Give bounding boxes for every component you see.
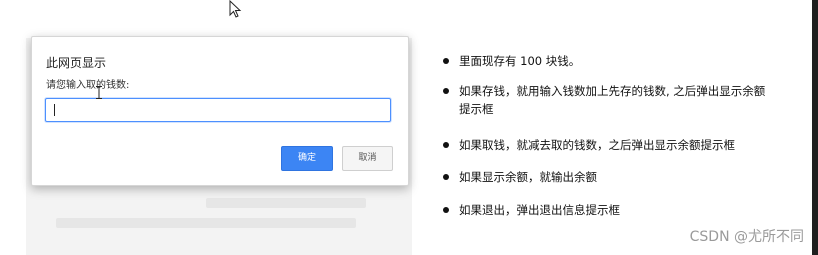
note-text: 里面现存有 100 块钱。 (459, 54, 581, 68)
note-text: 如果显示余额，就输出余额 (459, 170, 597, 184)
input-caret (54, 104, 55, 116)
bullet-icon (443, 174, 449, 180)
bullet-icon (443, 58, 449, 64)
prompt-dialog: 此网页显示 请您输入取的钱数: 确定 取消 (31, 36, 409, 186)
ok-button[interactable]: 确定 (281, 146, 333, 171)
note-text: 如果存钱，就用输入钱数加上先存的钱数, 之后弹出显示余额提示框 (459, 84, 766, 116)
mouse-pointer-icon (229, 0, 242, 18)
dialog-title: 此网页显示 (46, 56, 107, 70)
watermark: CSDN @尤所不同 (689, 229, 804, 245)
note-text: 如果退出，弹出退出信息提示框 (459, 203, 620, 217)
bullet-icon (443, 142, 449, 148)
bullet-icon (443, 88, 449, 94)
background-line (56, 218, 356, 228)
i-beam-cursor-icon (96, 86, 102, 99)
dialog-message: 请您输入取的钱数: (46, 80, 130, 91)
right-edge-band (812, 0, 818, 255)
cancel-button[interactable]: 取消 (342, 146, 393, 171)
note-text: 如果取钱，就减去取的钱数，之后弹出显示余额提示框 (459, 138, 735, 152)
amount-input[interactable] (45, 98, 391, 122)
screen: 此网页显示 请您输入取的钱数: 确定 取消 里面现存有 100 块钱。 如果存钱… (0, 0, 818, 255)
background-line (206, 198, 366, 208)
bullet-icon (443, 207, 449, 213)
